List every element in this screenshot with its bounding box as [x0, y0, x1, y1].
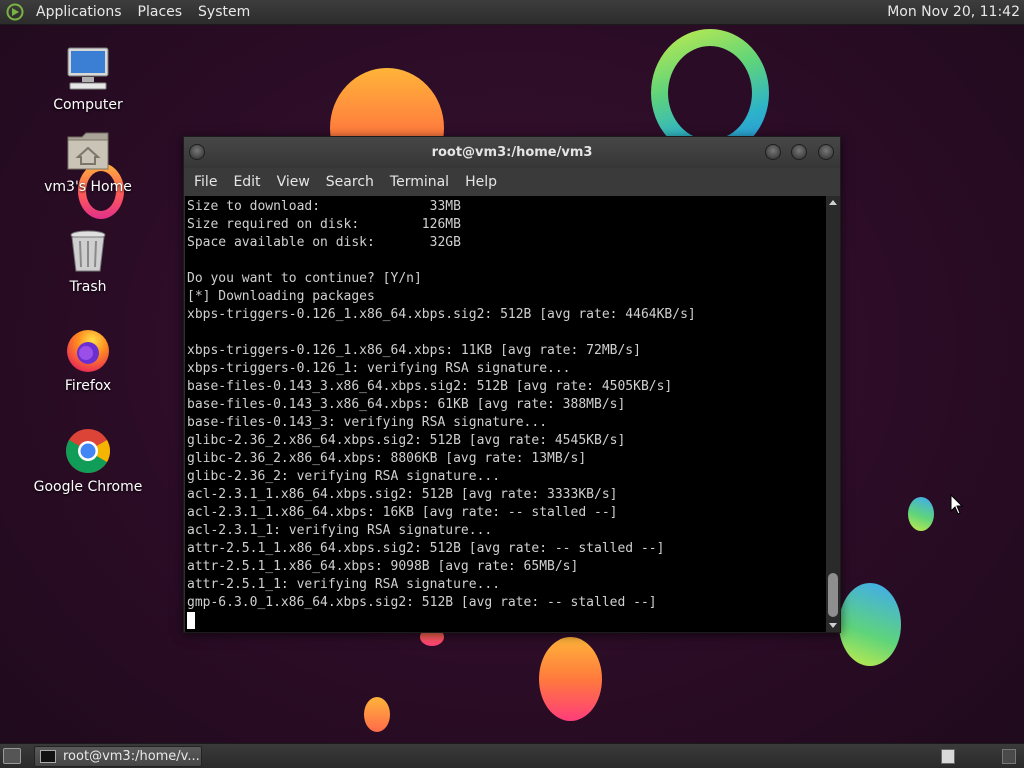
wallpaper-shape	[364, 697, 390, 732]
desktop-icon-computer[interactable]: Computer	[28, 45, 148, 113]
terminal-line: glibc-2.36_2.x86_64.xbps: 8806KB [avg ra…	[187, 451, 587, 466]
terminal-line: attr-2.5.1_1: verifying RSA signature...	[187, 577, 501, 592]
terminal-text: Size to download: 33MB Size required on d…	[187, 198, 826, 630]
desktop-icon-firefox[interactable]: Firefox	[28, 326, 148, 394]
desktop-icon-home[interactable]: vm3's Home	[28, 127, 148, 195]
terminal-line: gmp-6.3.0_1.x86_64.xbps.sig2: 512B [avg …	[187, 595, 657, 610]
terminal-line: [*] Downloading packages	[187, 289, 375, 304]
top-panel: Applications Places System Mon Nov 20, 1…	[0, 0, 1024, 25]
computer-icon	[67, 47, 109, 90]
terminal-line: base-files-0.143_3.x86_64.xbps: 61KB [av…	[187, 397, 626, 412]
terminal-line: glibc-2.36_2.x86_64.xbps.sig2: 512B [avg…	[187, 433, 626, 448]
wallpaper-shape	[839, 583, 901, 666]
home-folder-icon	[67, 132, 109, 170]
show-desktop-icon[interactable]	[3, 748, 21, 764]
terminal-icon	[40, 750, 56, 763]
window-title: root@vm3:/home/vm3	[431, 145, 593, 160]
bottom-panel: root@vm3:/home/v...	[0, 743, 1024, 768]
terminal-line: xbps-triggers-0.126_1.x86_64.xbps.sig2: …	[187, 307, 696, 322]
terminal-line: Size required on disk: 126MB	[187, 217, 461, 232]
wallpaper-shape	[908, 497, 934, 531]
menu-terminal[interactable]: Terminal	[382, 174, 457, 190]
window-menubar: File Edit View Search Terminal Help	[184, 168, 840, 196]
terminal-line: base-files-0.143_3.x86_64.xbps.sig2: 512…	[187, 379, 673, 394]
scrollbar-thumb[interactable]	[828, 573, 838, 617]
terminal-line: Do you want to continue? [Y/n]	[187, 271, 422, 286]
maximize-button[interactable]	[791, 144, 807, 160]
terminal-line: glibc-2.36_2: verifying RSA signature...	[187, 469, 501, 484]
terminal-line: Space available on disk: 32GB	[187, 235, 461, 250]
wallpaper-shape	[539, 637, 602, 721]
taskbar-window-label: root@vm3:/home/v...	[63, 749, 200, 764]
scroll-down-arrow-icon[interactable]	[829, 623, 837, 628]
terminal-prompt-line	[187, 612, 826, 630]
terminal-cursor	[187, 612, 195, 629]
desktop-icon-chrome[interactable]: Google Chrome	[28, 427, 148, 495]
terminal-line: Size to download: 33MB	[187, 199, 461, 214]
taskbar-window-button[interactable]: root@vm3:/home/v...	[34, 746, 202, 767]
terminal-output-area[interactable]: Size to download: 33MB Size required on d…	[185, 196, 826, 632]
minimize-button[interactable]	[765, 144, 781, 160]
places-menu[interactable]: Places	[130, 0, 191, 25]
menu-help[interactable]: Help	[457, 174, 505, 190]
terminal-line: attr-2.5.1_1.x86_64.xbps: 9098B [avg rat…	[187, 559, 579, 574]
distro-logo-icon[interactable]	[6, 3, 24, 21]
mouse-pointer-icon	[950, 494, 964, 515]
trash-icon	[70, 230, 106, 272]
terminal-line: acl-2.3.1_1: verifying RSA signature...	[187, 523, 493, 538]
terminal-scrollbar[interactable]	[826, 196, 840, 632]
trash-applet-icon[interactable]	[1002, 749, 1016, 764]
window-titlebar[interactable]: root@vm3:/home/vm3	[184, 137, 840, 168]
applications-menu[interactable]: Applications	[28, 0, 130, 25]
menu-search[interactable]: Search	[318, 174, 382, 190]
chrome-icon	[66, 429, 110, 473]
panel-clock[interactable]: Mon Nov 20, 11:42	[887, 0, 1020, 25]
terminal-line: base-files-0.143_3: verifying RSA signat…	[187, 415, 548, 430]
terminal-line: xbps-triggers-0.126_1: verifying RSA sig…	[187, 361, 571, 376]
desktop-icon-trash[interactable]: Trash	[28, 227, 148, 295]
workspace-switcher[interactable]	[941, 749, 955, 764]
menu-view[interactable]: View	[269, 174, 318, 190]
terminal-line: acl-2.3.1_1.x86_64.xbps: 16KB [avg rate:…	[187, 505, 618, 520]
menu-file[interactable]: File	[186, 174, 225, 190]
menu-edit[interactable]: Edit	[225, 174, 268, 190]
desktop-icon-label: Firefox	[64, 378, 112, 394]
terminal-line: xbps-triggers-0.126_1.x86_64.xbps: 11KB …	[187, 343, 641, 358]
firefox-icon	[67, 330, 109, 372]
terminal-line: acl-2.3.1_1.x86_64.xbps.sig2: 512B [avg …	[187, 487, 618, 502]
desktop-icon-label: vm3's Home	[44, 179, 132, 195]
terminal-window[interactable]: root@vm3:/home/vm3 File Edit View Search…	[183, 136, 841, 633]
terminal-line: attr-2.5.1_1.x86_64.xbps.sig2: 512B [avg…	[187, 541, 665, 556]
desktop-icon-label: Computer	[53, 97, 123, 113]
desktop-icon-label: Trash	[69, 279, 107, 295]
system-menu[interactable]: System	[190, 0, 258, 25]
scroll-up-arrow-icon[interactable]	[829, 200, 837, 205]
desktop-icon-label: Google Chrome	[33, 479, 143, 495]
close-button[interactable]	[818, 144, 834, 160]
